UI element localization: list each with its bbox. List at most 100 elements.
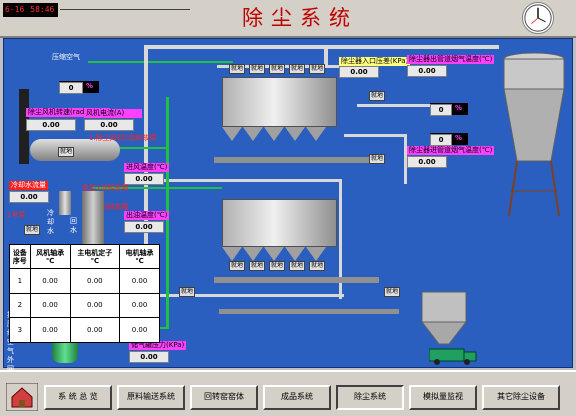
- top-gauge-value: 0: [59, 82, 83, 94]
- hopper: [285, 127, 305, 141]
- return-vertical-label: 回水: [70, 217, 77, 234]
- lower-screw-conveyor: [214, 277, 379, 283]
- nav-other-dust[interactable]: 其它除尘设备: [482, 385, 560, 410]
- lower-dust-collector: [222, 199, 337, 247]
- table-cell: 1: [9, 268, 31, 294]
- lower-hoppers: [222, 247, 337, 261]
- table-cell: 2: [9, 292, 31, 319]
- header-bar: 6-16 58:46 除尘系统: [0, 0, 576, 38]
- nav-dust-removal[interactable]: 除尘系统: [336, 385, 404, 410]
- hopper: [222, 127, 242, 141]
- table-header-row: 设备 序号 风机轴承 ℃ 主电机定子 ℃ 电机轴承 ℃: [9, 244, 160, 269]
- date-text: 6-16: [5, 5, 25, 14]
- gas-pressure-value: 0.00: [129, 351, 169, 363]
- table-cell: 0.00: [69, 268, 121, 294]
- bottom-navigation: 系 统 总 览 原料输送系统 回转窑窑体 成品系统 除尘系统 模拟量监视 其它除…: [0, 370, 576, 416]
- local-button[interactable]: 就地: [384, 287, 401, 297]
- top-gauge: 0 %: [59, 81, 99, 94]
- local-button[interactable]: 就地: [249, 64, 266, 74]
- table-cell: 0.00: [119, 268, 160, 294]
- upper-hoppers: [222, 127, 337, 141]
- outlet-temp-label: 出油温度(℃): [124, 211, 170, 220]
- upper-riser: [324, 45, 328, 65]
- inlet-gas-temp-label: 除尘器进管道烟气温度(℃): [407, 146, 495, 155]
- top-duct: [144, 45, 499, 49]
- cooling-water-label: 冷却水流量: [9, 181, 48, 190]
- mid-duct: [149, 179, 339, 182]
- table-cell: 0.00: [69, 292, 121, 319]
- upper-valves: 就地 就地 就地 就地 就地: [229, 64, 329, 74]
- hopper: [264, 127, 284, 141]
- upper-screw-conveyor: [214, 157, 379, 163]
- pressure-label: 除尘器入口压差(KPa): [339, 57, 411, 66]
- table-cell: 0.00: [69, 317, 121, 343]
- motor: [82, 191, 104, 251]
- hopper: [264, 247, 284, 261]
- hopper: [285, 247, 305, 261]
- truck-icon: [429, 348, 477, 365]
- table-cell: 0.00: [119, 292, 160, 319]
- mid-gauge: 0 %: [430, 133, 468, 146]
- inlet-temp-label: 进风温度(℃): [124, 163, 170, 172]
- nav-rotary-kiln[interactable]: 回转窑窑体: [190, 385, 258, 410]
- process-diagram: 压缩空气 就地 就地 就地 就地 就地 就地 就地 就地 就地 就地 0 % 除…: [3, 38, 573, 373]
- local-button[interactable]: 就地: [289, 64, 306, 74]
- upper-dust-collector: [222, 77, 337, 127]
- fan-alarm-text: 1:除尘风机1动转故障: [89, 134, 157, 142]
- nav-system-overview[interactable]: 系 统 总 览: [44, 385, 112, 410]
- local-button[interactable]: 就地: [369, 154, 386, 164]
- mid-gauge-unit: %: [455, 134, 463, 142]
- table-row: 3 0.00 0.00 0.00: [9, 317, 160, 343]
- local-button[interactable]: 就地: [309, 261, 326, 271]
- right-gauge: 0 %: [430, 103, 468, 116]
- time-text: 58:46: [30, 5, 55, 14]
- cooling-vertical-label: 冷却水: [47, 209, 54, 235]
- header-divider: [60, 9, 190, 10]
- hopper: [306, 127, 326, 141]
- table-row: 2 0.00 0.00 0.00: [9, 292, 160, 319]
- local-button[interactable]: 就地: [309, 64, 326, 74]
- hopper: [222, 247, 242, 261]
- nav-product-system[interactable]: 成品系统: [263, 385, 331, 410]
- page-title: 除尘系统: [242, 6, 358, 30]
- hopper: [243, 127, 263, 141]
- home-icon[interactable]: [6, 383, 38, 411]
- fan-current-label: 风机电流(A): [84, 109, 142, 118]
- right-gauge-unit: %: [455, 104, 463, 112]
- local-button[interactable]: 就地: [369, 91, 386, 101]
- table-header-cell: 风机轴承 ℃: [29, 244, 71, 269]
- inlet-gas-temp-value: 0.00: [407, 156, 447, 168]
- outlet-gas-temp-label: 除尘器出管道烟气温度(℃): [407, 55, 495, 64]
- right-gauge-value: 0: [430, 104, 452, 116]
- table-cell: 3: [9, 317, 31, 343]
- table-cell: 0.00: [119, 317, 160, 343]
- cooling-water-value: 0.00: [9, 191, 49, 203]
- local-button[interactable]: 就地: [269, 261, 286, 271]
- mid-gauge-value: 0: [430, 134, 452, 146]
- local-button[interactable]: 就地: [229, 64, 246, 74]
- table-header-cell: 电机轴承 ℃: [119, 244, 160, 269]
- fan-current-value: 0.00: [84, 119, 134, 131]
- nav-analog-monitor[interactable]: 模拟量监视: [409, 385, 477, 410]
- pressure-value: 0.00: [339, 66, 379, 78]
- bearing-temp-table: 设备 序号 风机轴承 ℃ 主电机定子 ℃ 电机轴承 ℃ 1 0.00 0.00 0.00…: [9, 244, 160, 343]
- compressed-air-pipe: [88, 61, 233, 63]
- table-row: 1 0.00 0.00 0.00: [9, 268, 160, 294]
- mid-link: [344, 134, 404, 137]
- local-button[interactable]: 就地: [289, 261, 306, 271]
- local-button[interactable]: 就地: [179, 287, 196, 297]
- local-button[interactable]: 就地: [24, 225, 41, 235]
- local-button[interactable]: 就地: [58, 147, 75, 157]
- inlet-temp-value: 0.00: [124, 173, 164, 185]
- cooling-tower-icon: [503, 52, 565, 217]
- nav-raw-material[interactable]: 原料输送系统: [117, 385, 185, 410]
- local-button[interactable]: 就地: [249, 261, 266, 271]
- local-button[interactable]: 就地: [229, 261, 246, 271]
- outlet-temp-value: 0.00: [124, 221, 164, 233]
- table-cell: 0.00: [29, 268, 71, 294]
- local-button[interactable]: 就地: [269, 64, 286, 74]
- table-cell: 0.00: [29, 317, 71, 343]
- heat-exchanger: [59, 191, 71, 215]
- lower-valves: 就地 就地 就地 就地 就地: [229, 261, 329, 271]
- table-cell: 0.00: [29, 292, 71, 319]
